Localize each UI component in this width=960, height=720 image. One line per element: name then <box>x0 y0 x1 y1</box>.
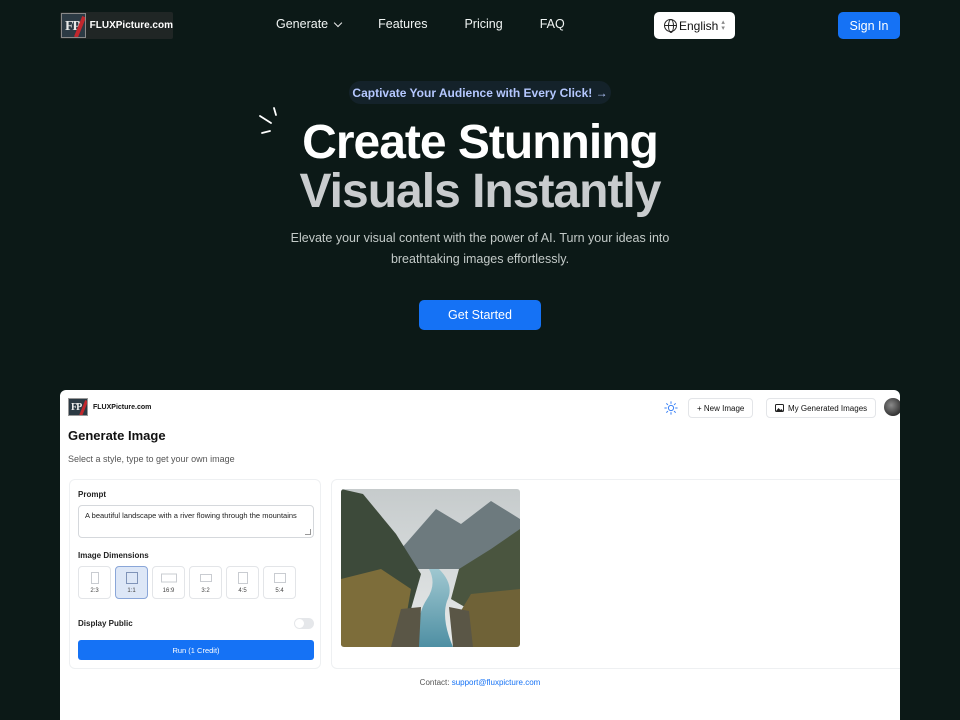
dimension-option-1-1[interactable]: 1:1 <box>115 566 148 599</box>
dimension-label: 16:9 <box>162 588 175 594</box>
nav-item-pricing[interactable]: Pricing <box>464 17 502 31</box>
app-preview: FP FLUXPicture.com + New Image My Genera… <box>60 390 900 720</box>
my-images-label: My Generated Images <box>788 403 868 413</box>
announcement-pill[interactable]: Captivate Your Audience with Every Click… <box>349 81 611 104</box>
logo-text: FLUXPicture.com <box>89 20 173 31</box>
contact-line: Contact: support@fluxpicture.com <box>60 678 900 687</box>
contact-label: Contact: <box>419 678 450 687</box>
nav-item-features[interactable]: Features <box>378 17 427 31</box>
display-public-label: Display Public <box>78 619 133 628</box>
site-logo[interactable]: FP FLUXPicture.com <box>60 12 173 39</box>
nav-links: Generate Features Pricing FAQ <box>276 17 602 31</box>
contact-email-link[interactable]: support@fluxpicture.com <box>452 678 541 687</box>
generated-image[interactable] <box>341 489 520 647</box>
up-down-chevron-icon: ▴ ▾ <box>721 18 725 32</box>
portrait-frame-icon <box>90 572 99 584</box>
dimension-option-3-2[interactable]: 3:2 <box>189 566 222 599</box>
sign-in-button[interactable]: Sign In <box>838 12 900 39</box>
logo-mark-icon: FP <box>61 13 86 38</box>
new-image-button[interactable]: + New Image <box>688 398 754 418</box>
sun-icon[interactable] <box>664 401 678 415</box>
dimension-label: 4:5 <box>238 588 247 594</box>
portrait-frame-icon <box>237 572 248 584</box>
chevron-down-icon <box>333 18 343 27</box>
nav-item-label: Features <box>378 17 428 31</box>
square-frame-icon <box>125 572 138 584</box>
dimension-label: 5:4 <box>275 588 284 594</box>
display-public-toggle[interactable] <box>294 618 314 629</box>
prompt-textarea[interactable]: A beautiful landscape with a river flowi… <box>78 505 314 538</box>
dimension-option-16-9[interactable]: 16:9 <box>152 566 185 599</box>
dimensions-label: Image Dimensions <box>78 551 149 560</box>
prompt-value: A beautiful landscape with a river flowi… <box>85 511 297 520</box>
dimension-label: 2:3 <box>90 588 99 594</box>
get-started-button[interactable]: Get Started <box>419 300 541 330</box>
image-icon <box>775 404 784 412</box>
language-select[interactable]: English ▴ ▾ <box>654 12 735 39</box>
app-logo[interactable]: FP FLUXPicture.com <box>68 398 151 416</box>
logo-mark-icon: FP <box>68 398 88 416</box>
app-logo-text: FLUXPicture.com <box>93 403 152 411</box>
hero-subtitle: Elevate your visual content with the pow… <box>290 231 670 266</box>
hero-title-line1: Create Stunning <box>302 116 659 169</box>
nav-item-label: FAQ <box>539 17 565 31</box>
page-title: Generate Image <box>68 428 166 443</box>
result-panel <box>331 479 900 669</box>
language-label: English <box>679 18 719 33</box>
dimension-label: 1:1 <box>127 588 136 594</box>
my-generated-images-button[interactable]: My Generated Images <box>766 398 877 418</box>
avatar[interactable] <box>884 398 900 416</box>
dimension-option-5-4[interactable]: 5:4 <box>263 566 296 599</box>
globe-icon <box>664 19 677 33</box>
nav-item-label: Pricing <box>464 17 503 31</box>
hero-title-line2: Visuals Instantly <box>299 165 662 218</box>
dimension-option-2-3[interactable]: 2:3 <box>78 566 111 599</box>
generate-form: Prompt A beautiful landscape with a rive… <box>69 479 321 669</box>
nav-item-generate[interactable]: Generate <box>276 17 343 31</box>
dimension-label: 3:2 <box>201 588 210 594</box>
top-nav: FP FLUXPicture.com Generate Features Pri… <box>0 0 960 52</box>
landscape-frame-icon <box>160 573 177 583</box>
resize-handle-icon[interactable] <box>305 529 311 535</box>
run-button[interactable]: Run (1 Credit) <box>78 640 314 660</box>
prompt-label: Prompt <box>78 490 106 499</box>
landscape-frame-icon <box>273 573 286 583</box>
nav-item-faq[interactable]: FAQ <box>540 17 565 31</box>
nav-item-label: Generate <box>276 17 329 31</box>
dimension-options: 2:3 1:1 16:9 3:2 4:5 5:4 <box>78 566 300 599</box>
page-subtitle: Select a style, type to get your own ima… <box>68 454 235 464</box>
landscape-frame-icon <box>199 574 212 582</box>
dimension-option-4-5[interactable]: 4:5 <box>226 566 259 599</box>
